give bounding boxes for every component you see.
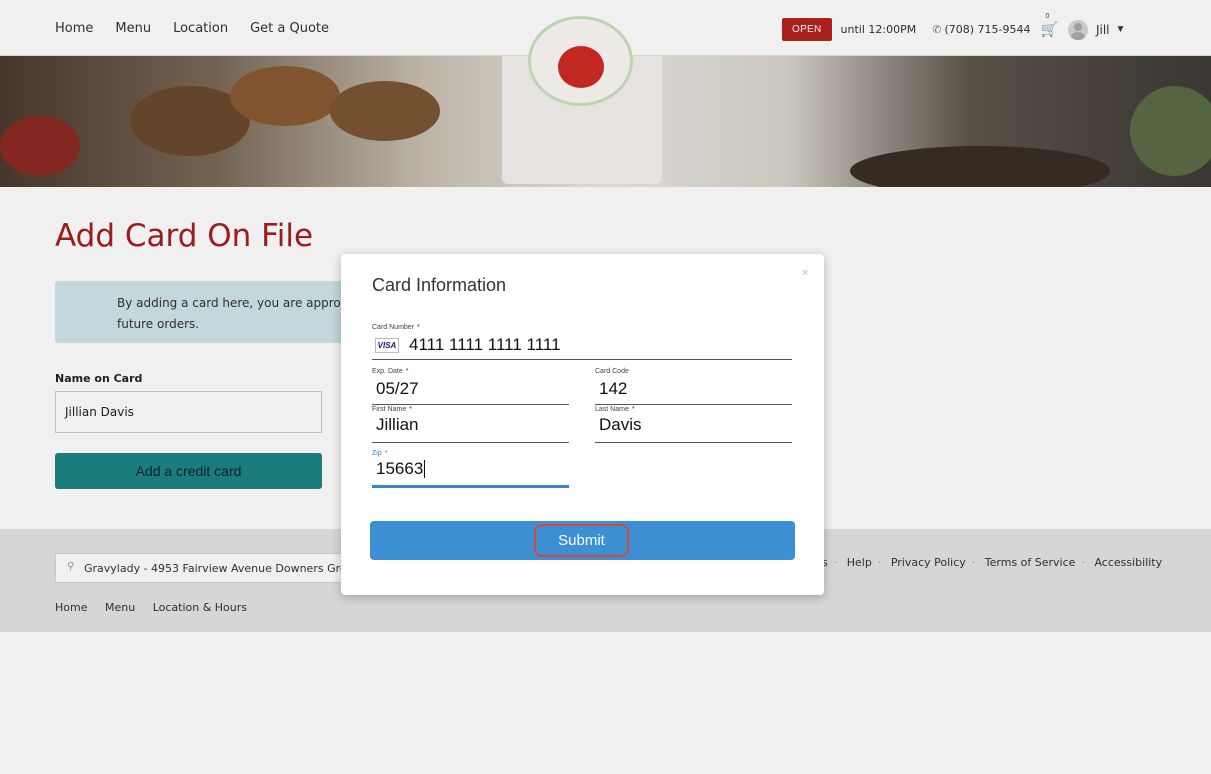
- zip-input[interactable]: 15663: [376, 459, 569, 479]
- card-number-label: Card Number *: [372, 324, 420, 331]
- visa-card-icon: VISA: [375, 337, 399, 353]
- notice-text: By adding a card here, you are approvi f…: [117, 296, 352, 331]
- exp-date-field[interactable]: Exp. Date * 05/27: [372, 368, 569, 406]
- page-bottom-space: [0, 632, 1211, 774]
- address-text: Gravylady - 4953 Fairview Avenue Downers…: [84, 562, 364, 575]
- first-name-input[interactable]: Jillian: [376, 415, 569, 435]
- nav-location-link[interactable]: Location: [173, 21, 228, 36]
- footer-accessibility-link[interactable]: Accessibility: [1094, 556, 1162, 569]
- tomato-logo-icon: [558, 46, 604, 88]
- card-code-label: Card Code: [595, 368, 629, 375]
- zip-field[interactable]: Zip * 15663: [372, 450, 569, 490]
- cart-icon[interactable]: 🛒 0: [1041, 13, 1058, 38]
- phone-number: (708) 715-9544: [944, 23, 1031, 36]
- footer-links: s · Help · Privacy Policy · Terms of Servic…: [822, 556, 1163, 569]
- name-on-card-label: Name on Card: [55, 372, 143, 385]
- exp-date-underline: [372, 404, 569, 405]
- footer-terms-link[interactable]: Terms of Service: [985, 556, 1076, 569]
- card-code-field[interactable]: Card Code 142: [595, 368, 792, 406]
- phone-link[interactable]: ✆ (708) 715-9544: [932, 23, 1030, 36]
- cart-count: 0: [1045, 13, 1050, 20]
- page-title: Add Card On File: [55, 218, 314, 254]
- main-nav: Home Menu Location Get a Quote: [55, 21, 351, 36]
- footer-home-link[interactable]: Home: [55, 601, 87, 614]
- last-name-underline: [595, 442, 792, 443]
- last-name-label: Last Name *: [595, 406, 635, 413]
- card-number-field[interactable]: Card Number * VISA 4111 1111 1111 1111: [372, 324, 792, 361]
- map-pin-icon: ⚲: [67, 561, 75, 572]
- first-name-underline: [372, 442, 569, 443]
- card-information-modal: Card Information × Card Number * VISA 411…: [341, 254, 824, 595]
- phone-icon: ✆: [932, 23, 942, 36]
- first-name-field[interactable]: First Name * Jillian: [372, 406, 569, 444]
- header-status: OPEN until 12:00PM ✆ (708) 715-9544 🛒 0 J…: [782, 13, 1126, 41]
- footer-menu-link[interactable]: Menu: [105, 601, 135, 614]
- card-code-underline: [595, 404, 792, 405]
- card-number-underline: [372, 359, 792, 360]
- add-credit-card-button[interactable]: Add a credit card: [55, 453, 322, 489]
- zip-value: 15663: [376, 459, 424, 478]
- info-notice: By adding a card here, you are approvi f…: [55, 281, 355, 343]
- modal-title: Card Information: [372, 275, 507, 295]
- hours-text: until 12:00PM: [840, 23, 917, 36]
- nav-menu-link[interactable]: Menu: [115, 21, 151, 36]
- zip-focus-underline: [372, 485, 569, 488]
- card-number-input[interactable]: VISA 4111 1111 1111 1111: [372, 335, 792, 355]
- last-name-input[interactable]: Davis: [599, 415, 792, 435]
- card-number-value: 4111 1111 1111 1111: [409, 335, 561, 354]
- user-name[interactable]: Jill: [1096, 23, 1110, 37]
- close-icon[interactable]: ×: [802, 267, 808, 279]
- exp-date-label: Exp. Date *: [372, 368, 409, 375]
- last-name-field[interactable]: Last Name * Davis: [595, 406, 792, 444]
- footer-location-link[interactable]: Location & Hours: [153, 601, 247, 614]
- submit-button[interactable]: Submit: [370, 521, 795, 560]
- name-on-card-input[interactable]: Jillian Davis: [55, 391, 322, 433]
- chevron-down-icon[interactable]: ▼: [1116, 24, 1126, 35]
- footer-nav: Home Menu Location & Hours: [55, 601, 261, 614]
- address-box[interactable]: ⚲ Gravylady - 4953 Fairview Avenue Downe…: [55, 553, 363, 583]
- nav-quote-link[interactable]: Get a Quote: [250, 21, 329, 36]
- zip-label: Zip *: [372, 450, 388, 457]
- footer-help-link[interactable]: Help: [847, 556, 872, 569]
- nav-home-link[interactable]: Home: [55, 21, 93, 36]
- exp-date-input[interactable]: 05/27: [376, 379, 569, 399]
- text-caret: [424, 460, 426, 478]
- user-avatar[interactable]: [1067, 19, 1088, 40]
- footer-privacy-link[interactable]: Privacy Policy: [891, 556, 966, 569]
- submit-label: Submit: [534, 524, 629, 557]
- card-code-input[interactable]: 142: [599, 379, 792, 399]
- first-name-label: First Name *: [372, 406, 412, 413]
- open-status-badge: OPEN: [782, 18, 832, 41]
